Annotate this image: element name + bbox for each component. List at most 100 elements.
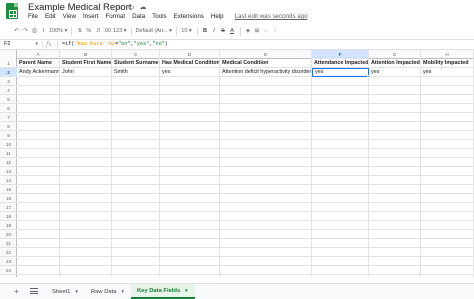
print-icon[interactable]: ⎙ bbox=[30, 25, 39, 37]
row-header[interactable]: 2 bbox=[0, 68, 17, 77]
more-options-icon[interactable]: ⋮ bbox=[271, 25, 280, 37]
zoom-select[interactable]: 100% ▾ bbox=[48, 25, 68, 37]
menu-help[interactable]: Help bbox=[211, 13, 224, 23]
more-formats-button[interactable]: 123 ▾ bbox=[112, 25, 127, 37]
menu-view[interactable]: View bbox=[63, 13, 76, 23]
header-cell[interactable]: Medical Condition bbox=[220, 59, 311, 68]
column-headers: ABCDEFGH bbox=[0, 50, 474, 59]
column-header-g[interactable]: G bbox=[369, 50, 421, 59]
name-box[interactable]: F2 ▾ bbox=[4, 41, 40, 49]
star-icon[interactable]: ☆ bbox=[115, 3, 123, 11]
column-header-d[interactable]: D bbox=[160, 50, 220, 59]
data-cell[interactable]: Attention deficit hyperactivity disorder bbox=[220, 68, 311, 77]
gridline bbox=[59, 59, 60, 277]
active-cell[interactable]: yes bbox=[312, 68, 369, 77]
spreadsheet-grid[interactable]: ABCDEFGH 1 2 3 4 5 6 7 8 9 10 11 12 13 14 15 16 17 18 19 20… bbox=[0, 50, 474, 277]
header-cell[interactable]: Mobility Impacted bbox=[421, 59, 473, 68]
percent-format-button[interactable]: % bbox=[84, 25, 93, 37]
currency-format-button[interactable]: $ bbox=[75, 25, 84, 37]
row-header[interactable]: 13 bbox=[0, 167, 17, 176]
font-size-select[interactable]: 10 ▾ bbox=[180, 25, 194, 37]
row-header[interactable]: 22 bbox=[0, 248, 17, 257]
data-cell[interactable]: Smith bbox=[112, 68, 159, 77]
row-header[interactable]: 24 bbox=[0, 266, 17, 275]
header-cell[interactable]: Student Surname bbox=[112, 59, 159, 68]
increase-decimal-button[interactable]: .00 bbox=[102, 25, 112, 37]
header-cell[interactable]: Attention Impacted bbox=[369, 59, 420, 68]
borders-icon[interactable]: ⊞ bbox=[253, 25, 262, 37]
font-value: Default (Ari... bbox=[135, 28, 168, 34]
column-header-h[interactable]: H bbox=[421, 50, 474, 59]
select-all-corner[interactable] bbox=[0, 50, 17, 59]
sheet-tab-label: Raw Data bbox=[91, 288, 117, 295]
chevron-down-icon: ▼ bbox=[74, 289, 79, 294]
row-header[interactable]: 15 bbox=[0, 185, 17, 194]
row-header[interactable]: 12 bbox=[0, 158, 17, 167]
row-header[interactable]: 9 bbox=[0, 131, 17, 140]
row-header[interactable]: 8 bbox=[0, 122, 17, 131]
data-cell[interactable]: Andy Ackermann bbox=[17, 68, 59, 77]
header-cell[interactable]: Attendance Impacted bbox=[312, 59, 368, 68]
paint-format-icon[interactable]: ⌇ bbox=[39, 25, 48, 37]
redo-icon[interactable]: ↷ bbox=[21, 25, 30, 37]
bold-button[interactable]: B bbox=[201, 25, 210, 37]
row-header[interactable]: 4 bbox=[0, 86, 17, 95]
header-cell[interactable]: Has Medical Condition bbox=[160, 59, 219, 68]
cell-area[interactable]: Parent Name Student First Name Student Sur… bbox=[17, 59, 474, 277]
name-box-value: F2 bbox=[4, 41, 11, 47]
menu-data[interactable]: Data bbox=[132, 13, 145, 23]
data-cell[interactable]: yes bbox=[421, 68, 473, 77]
row-header[interactable]: 17 bbox=[0, 203, 17, 212]
row-header[interactable]: 3 bbox=[0, 77, 17, 86]
sheet-tab-active[interactable]: Key Data Fields ▼ bbox=[131, 284, 195, 299]
row-header[interactable]: 6 bbox=[0, 104, 17, 113]
move-to-folder-icon[interactable]: ▭ bbox=[127, 3, 135, 11]
row-header[interactable]: 7 bbox=[0, 113, 17, 122]
row-header[interactable]: 18 bbox=[0, 212, 17, 221]
column-header-c[interactable]: C bbox=[112, 50, 160, 59]
menu-tools[interactable]: Tools bbox=[152, 13, 166, 23]
strikethrough-button[interactable]: S bbox=[219, 25, 228, 37]
row-header[interactable]: 23 bbox=[0, 257, 17, 266]
menu-edit[interactable]: Edit bbox=[45, 13, 56, 23]
fill-color-icon[interactable]: ◈ bbox=[244, 25, 253, 37]
last-edit-link[interactable]: Last edit was seconds ago bbox=[235, 13, 308, 23]
menu-bar: File Edit View Insert Format Data Tools … bbox=[28, 13, 308, 23]
italic-button[interactable]: I bbox=[210, 25, 219, 37]
formula-input[interactable]: =if('Raw Data'!N2="on","yes","no") bbox=[62, 41, 168, 47]
menu-format[interactable]: Format bbox=[105, 13, 125, 23]
gridline bbox=[111, 59, 112, 277]
row-header[interactable]: 5 bbox=[0, 95, 17, 104]
row-header[interactable]: 19 bbox=[0, 221, 17, 230]
row-header[interactable]: 11 bbox=[0, 149, 17, 158]
header-cell[interactable]: Student First Name bbox=[60, 59, 111, 68]
undo-icon[interactable]: ↶ bbox=[12, 25, 21, 37]
sheet-tab[interactable]: Raw Data ▼ bbox=[85, 284, 131, 299]
merge-cells-icon[interactable]: ⇔ bbox=[262, 25, 271, 37]
add-sheet-icon[interactable]: + bbox=[14, 288, 19, 296]
menu-extensions[interactable]: Extensions bbox=[174, 13, 204, 23]
column-header-f[interactable]: F bbox=[312, 50, 369, 59]
cloud-status-icon[interactable]: ☁ bbox=[139, 3, 147, 11]
row-header[interactable]: 16 bbox=[0, 194, 17, 203]
font-select[interactable]: Default (Ari... ▾ bbox=[135, 25, 173, 37]
menu-file[interactable]: File bbox=[28, 13, 38, 23]
row-header[interactable]: 10 bbox=[0, 140, 17, 149]
row-header[interactable]: 14 bbox=[0, 176, 17, 185]
row-header[interactable]: 1 bbox=[0, 59, 17, 68]
column-header-b[interactable]: B bbox=[60, 50, 112, 59]
decrease-decimal-button[interactable]: .0 bbox=[93, 25, 102, 37]
text-color-button[interactable]: A bbox=[228, 25, 237, 37]
column-header-a[interactable]: A bbox=[17, 50, 60, 59]
sheets-logo-icon[interactable] bbox=[6, 3, 18, 19]
row-header[interactable]: 21 bbox=[0, 239, 17, 248]
row-header[interactable]: 20 bbox=[0, 230, 17, 239]
data-cell[interactable]: yes bbox=[160, 68, 219, 77]
menu-insert[interactable]: Insert bbox=[83, 13, 98, 23]
data-cell[interactable]: John bbox=[60, 68, 111, 77]
header-cell[interactable]: Parent Name bbox=[17, 59, 59, 68]
data-cell[interactable]: yes bbox=[369, 68, 420, 77]
sheet-tab[interactable]: Sheet1 ▼ bbox=[46, 284, 85, 299]
all-sheets-icon[interactable] bbox=[30, 288, 38, 294]
column-header-e[interactable]: E bbox=[220, 50, 312, 59]
